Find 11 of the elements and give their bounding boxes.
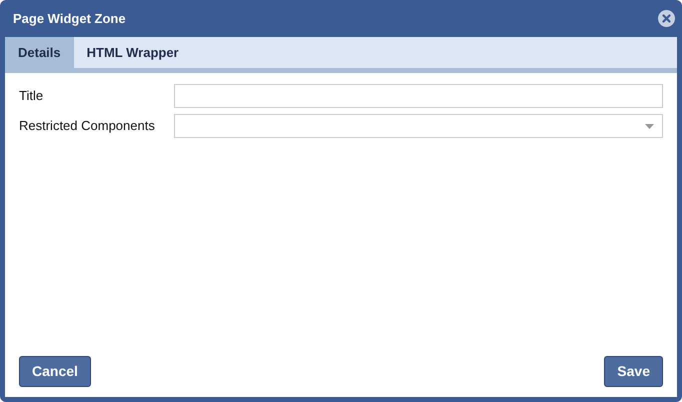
- dropdown-field[interactable]: [174, 114, 663, 138]
- close-icon[interactable]: [658, 10, 675, 27]
- tab[interactable]: HTML Wrapper: [74, 37, 192, 68]
- caret-icon: [645, 124, 654, 128]
- field-label: Restricted Components: [19, 117, 156, 136]
- cancel-button[interactable]: Cancel: [19, 356, 91, 387]
- input-field[interactable]: [174, 84, 663, 108]
- tab[interactable]: Details: [5, 37, 74, 68]
- save-button[interactable]: Save: [604, 356, 663, 387]
- field-label: Title: [19, 87, 44, 106]
- window-title: Page Widget Zone: [13, 10, 126, 28]
